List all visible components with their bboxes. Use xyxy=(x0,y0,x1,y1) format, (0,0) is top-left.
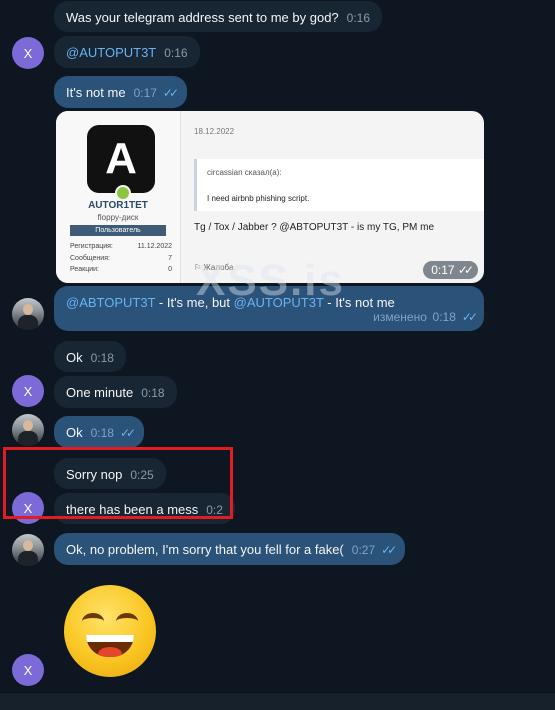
message-outgoing[interactable]: Ok, no problem, I'm sorry that you fell … xyxy=(54,533,406,565)
message-outgoing[interactable]: It's not me 0:17 ✓✓ xyxy=(54,76,188,108)
quote-text: I need airbnb phishing script. xyxy=(207,194,310,203)
avatar-photo[interactable] xyxy=(12,298,44,330)
message-time: 0:16 xyxy=(164,46,188,60)
stat-value: 0 xyxy=(168,266,172,273)
message-outgoing[interactable]: Ok 0:18 ✓✓ xyxy=(54,416,145,448)
message-time: 0:18 xyxy=(432,310,456,324)
read-checkmark-icon: ✓✓ xyxy=(461,310,478,324)
message-incoming[interactable]: One minute 0:18 xyxy=(54,376,177,408)
read-checkmark-icon: ✓✓ xyxy=(162,86,179,100)
stat-label: Сообщения: xyxy=(70,255,110,262)
read-checkmark-icon: ✓✓ xyxy=(381,543,397,557)
avatar-photo[interactable] xyxy=(12,414,44,446)
avatar[interactable]: X xyxy=(12,37,44,69)
stat-label: Регистрация: xyxy=(70,243,113,250)
post-date: 18.12.2022 xyxy=(194,127,235,136)
highlight-box xyxy=(3,447,233,519)
message-text: Ok, no problem, I'm sorry that you fell … xyxy=(66,542,344,557)
message-time: 0:17 xyxy=(133,86,157,100)
read-checkmark-icon: ✓✓ xyxy=(119,426,136,440)
message-text: Was your telegram address sent to me by … xyxy=(66,10,339,25)
message-time: 0:18 xyxy=(141,386,165,400)
emoji-eye xyxy=(82,613,104,630)
message-incoming[interactable]: Was your telegram address sent to me by … xyxy=(54,1,383,32)
message-incoming[interactable]: @AUTOPUT3T 0:16 xyxy=(54,36,200,68)
profile-subtitle: floppy-диск xyxy=(97,213,139,222)
image-time-badge: 0:17 ✓✓ xyxy=(423,261,478,279)
emoji-mouth xyxy=(86,635,134,657)
profile-role-badge: Пользователь xyxy=(70,225,166,236)
avatar-initial: X xyxy=(23,662,33,678)
profile-logo: A xyxy=(87,125,155,193)
message-text: One minute xyxy=(66,385,134,400)
emoji-eye xyxy=(116,613,138,630)
quote-header: circassian сказал(а): xyxy=(207,168,282,177)
profile-panel: A AUTOR1TET floppy-диск Пользователь Рег… xyxy=(56,111,181,283)
profile-stat: Сообщения: 7 xyxy=(70,255,172,262)
avatar-initial: X xyxy=(23,45,33,61)
avatar[interactable]: X xyxy=(12,375,44,407)
profile-username: AUTOR1TET xyxy=(88,200,148,211)
message-text: It's not me xyxy=(66,85,126,100)
stat-label: Реакции: xyxy=(70,266,99,273)
message-time: 0:27 xyxy=(351,543,376,557)
message-time: 0:18 xyxy=(90,426,114,440)
avatar[interactable]: X xyxy=(12,654,44,686)
message-time: 0:18 xyxy=(90,351,114,365)
message-time: 0:16 xyxy=(346,11,371,25)
online-indicator-icon xyxy=(115,185,131,201)
username-link[interactable]: @AUTOPUT3T xyxy=(66,45,156,60)
grinning-emoji-sticker[interactable] xyxy=(64,585,156,677)
avatar-initial: X xyxy=(23,383,33,399)
message-time: 0:17 xyxy=(431,263,455,277)
message-text: Ok xyxy=(66,350,83,365)
username-link[interactable]: @ABTOPUT3T xyxy=(66,295,155,310)
stat-value: 7 xyxy=(168,255,172,262)
avatar-photo[interactable] xyxy=(12,534,44,566)
chat-history[interactable]: Was your telegram address sent to me by … xyxy=(0,0,555,710)
profile-stat: Регистрация: 11.12.2022 xyxy=(70,243,172,250)
profile-stat: Реакции: 0 xyxy=(70,266,172,273)
post-quote: circassian сказал(а): I need airbnb phis… xyxy=(194,159,484,211)
message-incoming[interactable]: Ok 0:18 xyxy=(54,341,126,372)
read-checkmark-icon: ✓✓ xyxy=(457,263,474,277)
message-composer[interactable] xyxy=(0,692,555,710)
stat-value: 11.12.2022 xyxy=(137,243,172,250)
message-text: Ok xyxy=(66,425,83,440)
edited-label: изменено xyxy=(373,310,427,324)
watermark: XSS.is xyxy=(196,256,345,305)
post-text: Tg / Tox / Jabber ? @ABTOPUT3T - is my T… xyxy=(194,222,435,233)
